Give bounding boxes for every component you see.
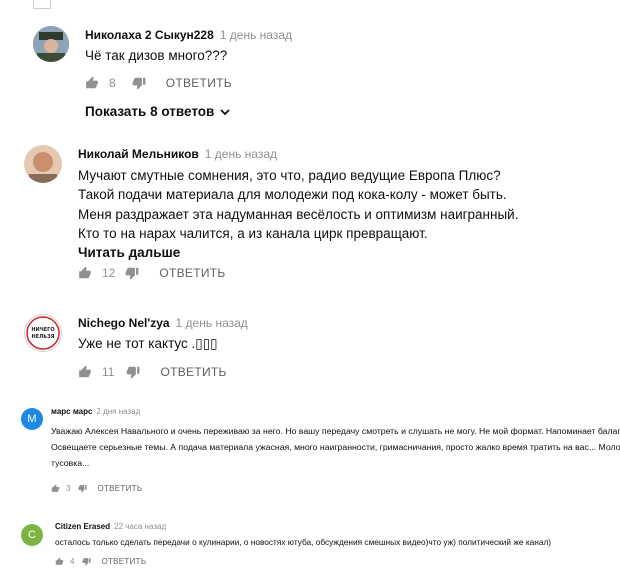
like-icon[interactable] — [78, 266, 92, 280]
like-count: 11 — [102, 365, 115, 379]
comment-line: осталось только сделать передачи о кулин… — [55, 537, 552, 547]
like-count: 8 — [109, 76, 116, 90]
avatar-letter: М — [27, 413, 37, 425]
reply-button[interactable]: ОТВЕТИТЬ — [166, 76, 232, 90]
comment-text: Чё так дизов много??? — [85, 48, 227, 63]
reply-button[interactable]: ОТВЕТИТЬ — [101, 557, 146, 566]
avatar[interactable]: М — [21, 408, 43, 430]
comment-author[interactable]: Citizen Erased 22 часа назад — [55, 522, 166, 531]
comment-line: Уважаю Алексея Навального и очень пережи… — [51, 426, 620, 436]
comment-author[interactable]: Николай Мельников 1 день назад — [78, 147, 277, 161]
comment-line: Освещаете серьезные темы. А подача матер… — [51, 442, 620, 452]
comment-time[interactable]: 1 день назад — [220, 28, 292, 42]
like-icon[interactable] — [78, 365, 92, 379]
comment-line: тусовка... — [51, 458, 90, 468]
read-more-link[interactable]: Читать дальше — [78, 243, 518, 262]
dislike-icon[interactable] — [82, 557, 92, 566]
comment-actions: 8 ОТВЕТИТЬ — [85, 76, 232, 90]
author-name[interactable]: Николай Мельников — [78, 147, 199, 161]
author-name[interactable]: Nichego Nel'zya — [78, 316, 170, 330]
like-icon[interactable] — [85, 76, 99, 90]
comment-line: Уже не тот кактус .▯▯▯ — [78, 336, 218, 351]
reply-button[interactable]: ОТВЕТИТЬ — [160, 365, 226, 379]
comment-time[interactable]: 1 день назад — [205, 147, 277, 161]
reply-button[interactable]: ОТВЕТИТЬ — [97, 484, 142, 493]
avatar-letter: C — [28, 529, 36, 541]
avatar[interactable]: НИЧЕГО НЕЛЬЗЯ — [24, 314, 62, 352]
author-name[interactable]: марс марс — [51, 407, 92, 416]
like-icon[interactable] — [55, 557, 64, 566]
like-icon[interactable] — [51, 484, 60, 493]
comment-text: Мучают смутные сомнения, это что, радио … — [78, 166, 518, 262]
like-count: 4 — [70, 557, 75, 566]
comment-actions: 12 ОТВЕТИТЬ — [78, 266, 226, 280]
like-count: 12 — [102, 266, 116, 280]
avatar[interactable] — [33, 26, 69, 62]
comment-actions: 4 ОТВЕТИТЬ — [55, 557, 146, 566]
comment-text: осталось только сделать передачи о кулин… — [55, 537, 551, 547]
show-replies-button[interactable]: Показать 8 ответов — [85, 104, 231, 119]
previous-comment-fragment — [33, 0, 51, 9]
comment-author[interactable]: Николаха 2 Сыкун228 1 день назад — [85, 28, 292, 42]
comment-actions: 3 ОТВЕТИТЬ — [51, 484, 142, 493]
comment-time[interactable]: 2 дня назад — [96, 407, 140, 416]
comment-text: Уже не тот кактус .▯▯▯ — [78, 336, 218, 352]
avatar[interactable]: C — [21, 524, 43, 546]
comment-line: Кто то на нарах чалится, а из канала цир… — [78, 225, 428, 241]
svg-text:НИЧЕГО: НИЧЕГО — [31, 327, 54, 333]
comment-line: Такой подачи материала для молодежи под … — [78, 187, 507, 203]
comment-author[interactable]: Nichego Nel'zya 1 день назад — [78, 316, 248, 330]
author-name[interactable]: Николаха 2 Сыкун228 — [85, 28, 214, 42]
comment-author[interactable]: марс марс 2 дня назад — [51, 407, 140, 416]
comment-text: Уважаю Алексея Навального и очень пережи… — [51, 423, 620, 471]
chevron-down-icon — [220, 108, 230, 115]
comment-line: Чё так дизов много??? — [85, 48, 228, 63]
comment-line: Мучают смутные сомнения, это что, радио … — [78, 168, 501, 183]
comment-actions: 11 ОТВЕТИТЬ — [78, 365, 227, 379]
comment-line: Меня раздражает эта надуманная весёлость… — [78, 206, 519, 222]
dislike-icon[interactable] — [125, 266, 139, 280]
dislike-icon[interactable] — [132, 76, 146, 90]
show-replies-label[interactable]: Показать 8 ответов — [85, 104, 214, 119]
comment-time[interactable]: 22 часа назад — [114, 522, 166, 531]
comment-time[interactable]: 1 день назад — [176, 316, 248, 330]
svg-text:НЕЛЬЗЯ: НЕЛЬЗЯ — [32, 334, 55, 340]
avatar[interactable] — [24, 145, 62, 183]
dislike-icon[interactable] — [126, 365, 140, 379]
dislike-icon[interactable] — [78, 484, 88, 493]
author-name[interactable]: Citizen Erased — [55, 522, 110, 531]
reply-button[interactable]: ОТВЕТИТЬ — [159, 266, 225, 280]
like-count: 3 — [66, 484, 71, 493]
